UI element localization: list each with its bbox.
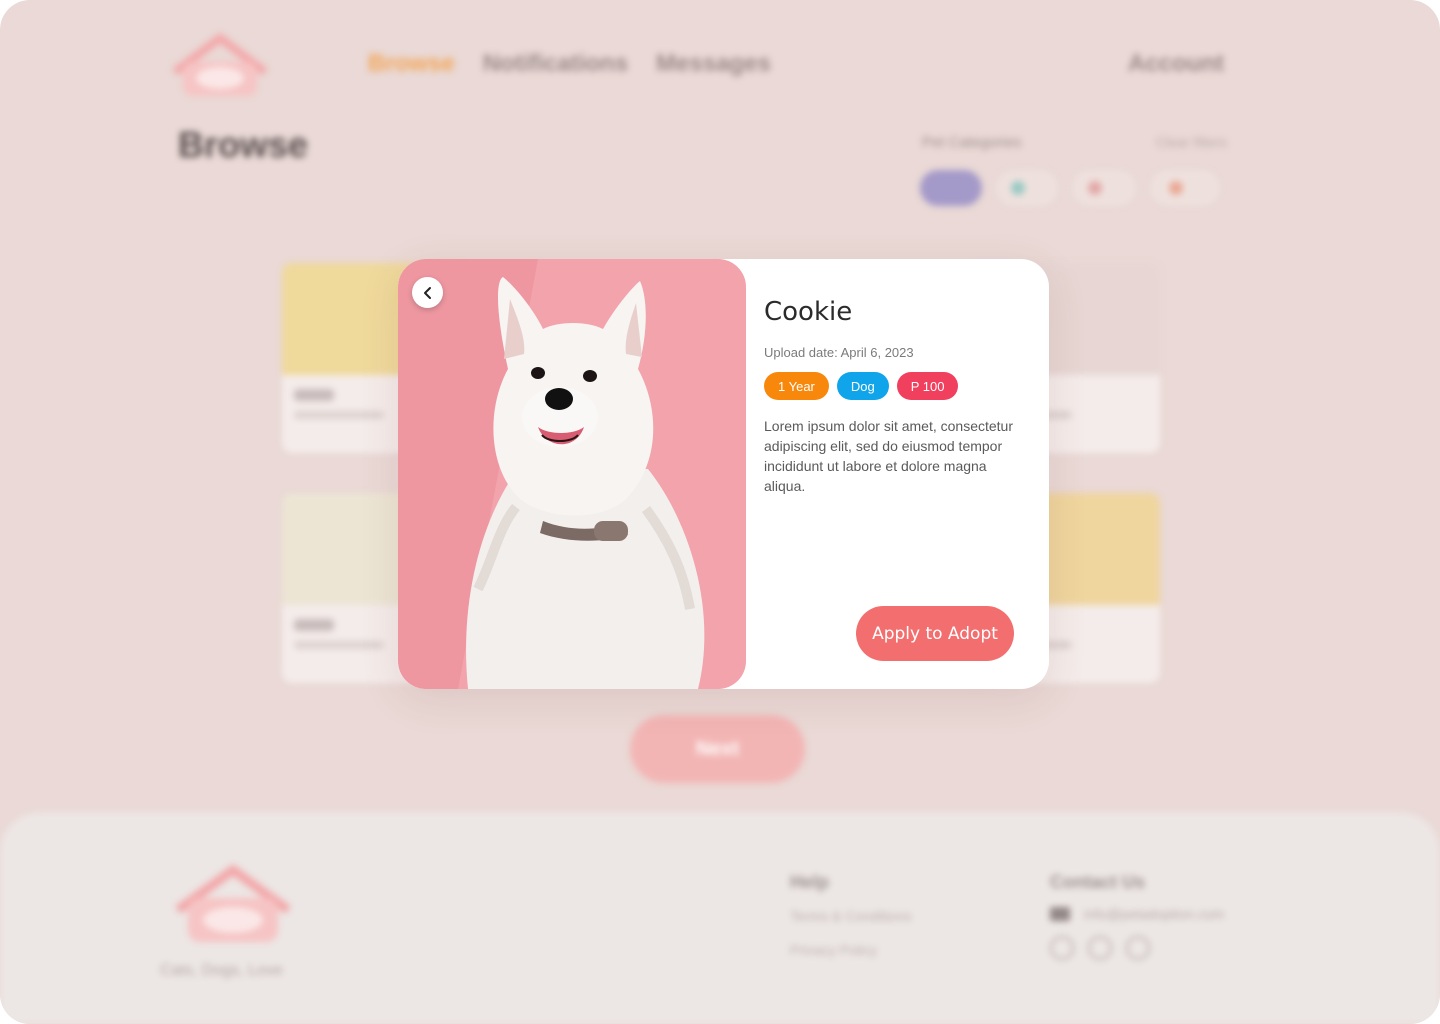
twitter-icon[interactable] [1126,936,1150,960]
pet-name: Cookie [764,297,853,327]
category-label: Pet Categories [922,134,1022,151]
pet-photo [398,259,746,689]
category-chip-all[interactable] [920,170,982,206]
chevron-left-icon [423,286,431,299]
pet-card-name [294,619,334,631]
pet-card-sub [294,411,384,419]
pet-detail-modal: Cookie Upload date: April 6, 2023 1 Year… [398,259,1049,689]
species-tag: Dog [836,372,889,400]
price-tag: P 100 [896,372,959,400]
back-button[interactable] [412,277,443,308]
page-title: Browse [178,124,309,165]
category-chips [920,170,1220,206]
age-tag: 1 Year [764,372,829,400]
footer-privacy-link[interactable]: Privacy Policy [790,942,877,958]
category-chip-3[interactable] [1150,170,1220,206]
nav-item-notifications[interactable]: Notifications [483,50,628,78]
app-frame: Browse Notifications Messages Account Br… [0,0,1440,1024]
footer-terms-link[interactable]: Terms & Conditions [790,908,911,924]
footer-caption: Cats, Dogs, Love [160,962,283,979]
top-nav: Browse Notifications Messages [368,50,771,78]
apply-to-adopt-button[interactable]: Apply to Adopt [856,606,1014,661]
pet-description: Lorem ipsum dolor sit amet, consectetur … [764,418,1013,494]
logo[interactable] [165,32,275,100]
pet-info: Cookie Upload date: April 6, 2023 1 Year… [764,259,1025,496]
nav-item-messages[interactable]: Messages [656,50,771,78]
instagram-icon[interactable] [1050,936,1074,960]
account-link[interactable]: Account [1128,50,1224,78]
category-chip-2[interactable] [1072,170,1136,206]
clear-filters-link[interactable]: Clear filters [1156,134,1227,150]
footer-contact-heading: Contact Us [1050,872,1146,892]
footer-email-text: info@petadoption.com [1084,906,1225,922]
facebook-icon[interactable] [1088,936,1112,960]
pet-card-name [294,389,334,401]
footer: Cats, Dogs, Love Help Terms & Conditions… [0,812,1440,1024]
next-button[interactable]: Next [630,715,805,783]
social-links [1050,936,1150,960]
footer-logo [175,864,291,942]
category-chip-1[interactable] [996,170,1058,206]
nav-item-browse[interactable]: Browse [368,50,455,78]
footer-email[interactable]: info@petadoption.com [1050,906,1224,922]
footer-help-heading: Help [790,872,830,892]
pet-tags: 1 Year Dog P 100 [764,372,1025,400]
pet-card-sub [294,641,384,649]
upload-date: Upload date: April 6, 2023 [764,345,914,360]
mail-icon [1050,907,1070,921]
